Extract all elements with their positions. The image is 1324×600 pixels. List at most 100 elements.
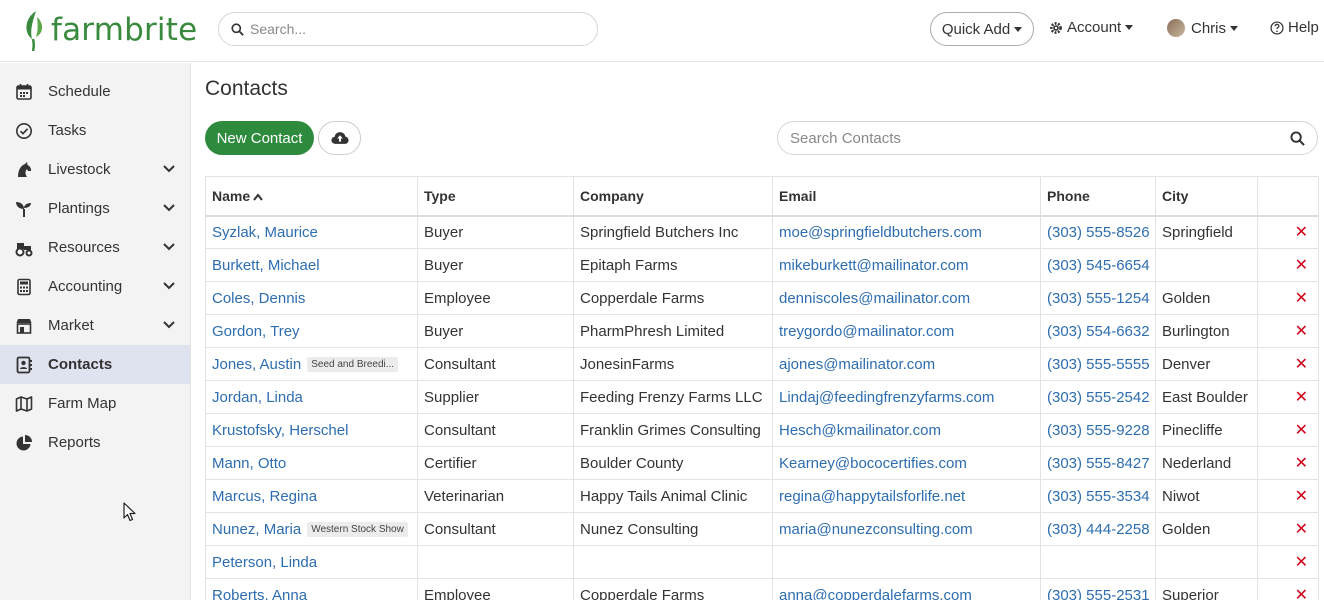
chevron-down-icon[interactable] (163, 203, 175, 213)
contact-name-link[interactable]: Krustofsky, Herschel (212, 422, 348, 439)
chevron-down-icon[interactable] (163, 320, 175, 330)
contact-email-cell[interactable]: maria@nunezconsulting.com (772, 512, 1041, 546)
contact-name-link[interactable]: Syzlak, Maurice (212, 224, 318, 241)
contact-name-cell[interactable]: Burkett, Michael (205, 248, 418, 282)
contact-name-link[interactable]: Coles, Dennis (212, 290, 305, 307)
chevron-down-icon[interactable] (163, 281, 175, 291)
address-book-icon (16, 356, 32, 374)
sidebar-item-schedule[interactable]: Schedule (0, 72, 190, 111)
sidebar-item-livestock[interactable]: Livestock (0, 150, 190, 189)
contact-name-cell[interactable]: Syzlak, Maurice (205, 215, 418, 249)
user-menu[interactable]: Chris (1167, 19, 1239, 37)
global-search-input[interactable] (250, 21, 570, 37)
sidebar-item-contacts[interactable]: Contacts (0, 345, 190, 384)
contact-search-input[interactable] (790, 130, 1270, 147)
contact-name-link[interactable]: Peterson, Linda (212, 554, 317, 571)
contact-name-cell[interactable]: Gordon, Trey (205, 314, 418, 348)
contact-phone-cell[interactable]: (303) 555-3534 (1040, 479, 1156, 513)
import-contacts-button[interactable] (318, 121, 361, 155)
farmbrite-logo[interactable]: farmbrite (22, 8, 197, 52)
global-search-box[interactable] (218, 12, 598, 46)
contact-company-cell: Copperdale Farms (573, 281, 773, 315)
contact-name-cell[interactable]: Mann, Otto (205, 446, 418, 480)
column-header-name[interactable]: Name (205, 176, 418, 217)
delete-contact-icon[interactable]: ✕ (1295, 224, 1308, 241)
column-header-email[interactable]: Email (772, 176, 1041, 217)
contact-email-cell[interactable]: Hesch@kmailinator.com (772, 413, 1041, 447)
chevron-down-icon[interactable] (163, 242, 175, 252)
contact-name-cell[interactable]: Roberts, Anna (205, 578, 418, 600)
contact-name-cell[interactable]: Jordan, Linda (205, 380, 418, 414)
quick-add-button[interactable]: Quick Add (930, 12, 1034, 46)
contact-email-cell[interactable]: regina@happytailsforlife.net (772, 479, 1041, 513)
sidebar-item-plantings[interactable]: Plantings (0, 189, 190, 228)
caret-down-icon (1125, 25, 1134, 30)
chevron-down-icon[interactable] (163, 164, 175, 174)
contact-name-link[interactable]: Jones, Austin (212, 356, 301, 373)
contact-phone-cell[interactable]: (303) 555-9228 (1040, 413, 1156, 447)
delete-contact-icon[interactable]: ✕ (1295, 587, 1308, 600)
delete-contact-icon[interactable]: ✕ (1295, 422, 1308, 439)
sidebar-item-resources[interactable]: Resources (0, 228, 190, 267)
delete-contact-icon[interactable]: ✕ (1295, 323, 1308, 340)
contact-name-cell[interactable]: Nunez, Maria Western Stock Show (205, 512, 418, 546)
account-menu[interactable]: Account (1049, 19, 1134, 36)
contact-name-link[interactable]: Burkett, Michael (212, 257, 320, 274)
column-header-city[interactable]: City (1155, 176, 1258, 217)
contact-email-cell[interactable]: Lindaj@feedingfrenzyfarms.com (772, 380, 1041, 414)
help-link[interactable]: Help (1270, 19, 1319, 36)
contact-name-link[interactable]: Jordan, Linda (212, 389, 303, 406)
delete-contact-icon[interactable]: ✕ (1295, 257, 1308, 274)
sidebar-item-tasks[interactable]: Tasks (0, 111, 190, 150)
column-header-phone[interactable]: Phone (1040, 176, 1156, 217)
contact-phone-cell[interactable]: (303) 444-2258 (1040, 512, 1156, 546)
contact-phone-cell[interactable]: (303) 555-8526 (1040, 215, 1156, 249)
contact-email-cell[interactable]: Kearney@bococertifies.com (772, 446, 1041, 480)
search-icon[interactable] (1290, 131, 1305, 146)
delete-contact-icon[interactable]: ✕ (1295, 554, 1308, 571)
contact-email-cell[interactable]: ajones@mailinator.com (772, 347, 1041, 381)
contact-phone-cell[interactable]: (303) 555-5555 (1040, 347, 1156, 381)
contact-name-link[interactable]: Marcus, Regina (212, 488, 317, 505)
sidebar-item-farm-map[interactable]: Farm Map (0, 384, 190, 423)
sidebar-item-accounting[interactable]: Accounting (0, 267, 190, 306)
contact-name-cell[interactable]: Marcus, Regina (205, 479, 418, 513)
column-header-company[interactable]: Company (573, 176, 773, 217)
contact-email-cell[interactable]: anna@copperdalefarms.com (772, 578, 1041, 600)
contact-phone-cell[interactable]: (303) 545-6654 (1040, 248, 1156, 282)
contact-name-link[interactable]: Roberts, Anna (212, 587, 307, 600)
delete-contact-icon[interactable]: ✕ (1295, 521, 1308, 538)
sidebar-item-reports[interactable]: Reports (0, 423, 190, 462)
contact-email-cell[interactable]: moe@springfieldbutchers.com (772, 215, 1041, 249)
contact-search-box[interactable] (777, 121, 1318, 155)
contact-type-cell: Consultant (417, 512, 574, 546)
sidebar: Schedule Tasks Livestock Plantings Resou… (0, 63, 191, 600)
contact-name-link[interactable]: Mann, Otto (212, 455, 286, 472)
delete-contact-icon[interactable]: ✕ (1295, 488, 1308, 505)
contact-name-cell[interactable]: Krustofsky, Herschel (205, 413, 418, 447)
contact-name-cell[interactable]: Peterson, Linda (205, 545, 418, 579)
delete-contact-icon[interactable]: ✕ (1295, 356, 1308, 373)
contact-email-cell[interactable]: treygordo@mailinator.com (772, 314, 1041, 348)
contact-email-cell[interactable]: mikeburkett@mailinator.com (772, 248, 1041, 282)
contact-type-cell: Supplier (417, 380, 574, 414)
delete-contact-icon[interactable]: ✕ (1295, 455, 1308, 472)
contact-name-cell[interactable]: Coles, Dennis (205, 281, 418, 315)
delete-contact-icon[interactable]: ✕ (1295, 389, 1308, 406)
contact-phone-cell[interactable] (1040, 545, 1156, 579)
contact-email-cell[interactable]: denniscoles@mailinator.com (772, 281, 1041, 315)
sidebar-item-label: Tasks (48, 122, 87, 139)
contact-phone-cell[interactable]: (303) 555-8427 (1040, 446, 1156, 480)
new-contact-button[interactable]: New Contact (205, 121, 314, 155)
contact-phone-cell[interactable]: (303) 555-2531 (1040, 578, 1156, 600)
contact-phone-cell[interactable]: (303) 555-1254 (1040, 281, 1156, 315)
contact-phone-cell[interactable]: (303) 554-6632 (1040, 314, 1156, 348)
contact-name-cell[interactable]: Jones, Austin Seed and Breedi... (205, 347, 418, 381)
contact-name-link[interactable]: Nunez, Maria (212, 521, 301, 538)
delete-contact-icon[interactable]: ✕ (1295, 290, 1308, 307)
sidebar-item-market[interactable]: Market (0, 306, 190, 345)
contact-phone-cell[interactable]: (303) 555-2542 (1040, 380, 1156, 414)
contact-email-cell[interactable] (772, 545, 1041, 579)
column-header-type[interactable]: Type (417, 176, 574, 217)
contact-name-link[interactable]: Gordon, Trey (212, 323, 300, 340)
